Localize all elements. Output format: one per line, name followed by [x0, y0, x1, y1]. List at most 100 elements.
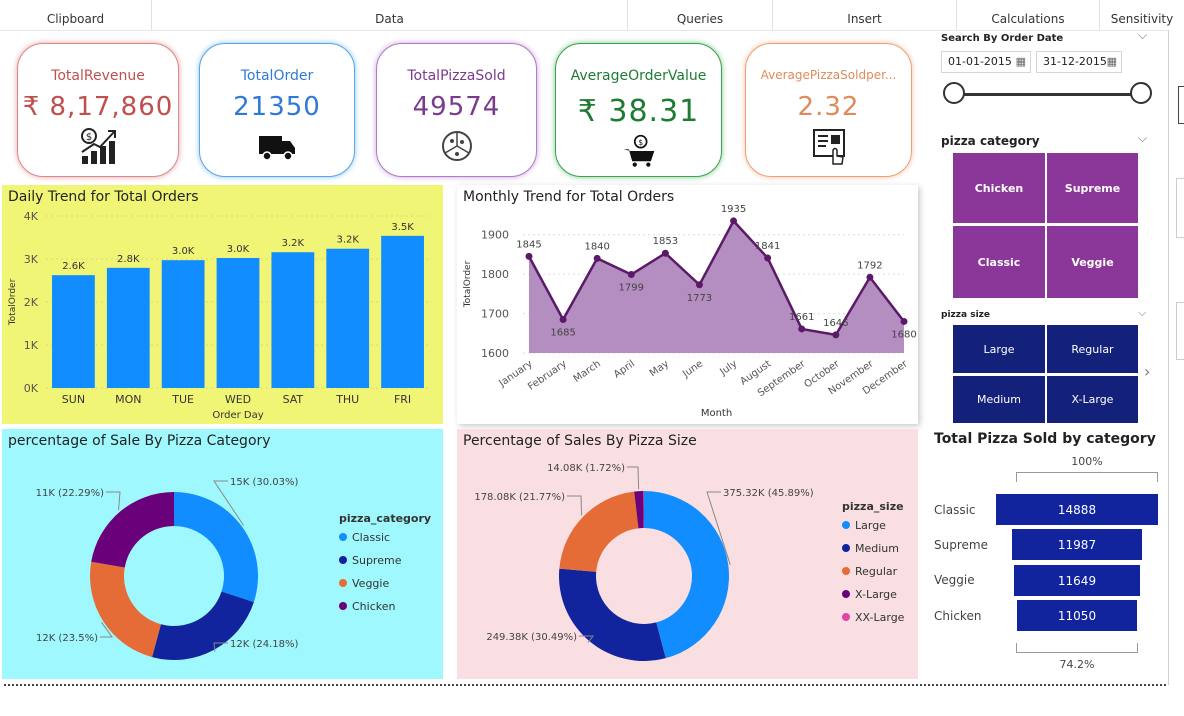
data-point: [866, 273, 874, 281]
ribbon-group-sensitivity[interactable]: Sensitivity: [1100, 0, 1184, 30]
date-range-end-handle[interactable]: [1130, 82, 1152, 104]
x-tick-label: SAT: [283, 393, 304, 406]
start-date-field[interactable]: 01-01-2015 ▦: [941, 51, 1031, 73]
size-tile-regular[interactable]: Regular: [1047, 325, 1138, 373]
data-label: 11K (22.29%): [36, 488, 104, 499]
x-tick-label: MON: [115, 393, 141, 406]
bar: [326, 248, 370, 388]
data-label: 3.2K: [336, 235, 359, 246]
chevron-down-icon[interactable]: ⌵: [1138, 28, 1147, 43]
bar: [52, 275, 95, 388]
legend-label: Classic: [352, 531, 390, 544]
size-donut-chart: 375.32K (45.89%) 249.38K (30.49%) 178.08K …: [474, 463, 905, 661]
donut-slice: [91, 492, 174, 568]
data-label: 1935: [721, 204, 746, 215]
card-value: 49574: [412, 92, 501, 122]
leader-line: [627, 466, 640, 490]
bar: [381, 235, 424, 388]
card-total-order[interactable]: TotalOrder 21350: [199, 43, 355, 177]
size-tile-medium[interactable]: Medium: [953, 376, 1045, 423]
date-range-start-handle[interactable]: [943, 82, 965, 104]
chevron-down-icon[interactable]: ⌵: [1138, 306, 1146, 320]
x-tick-label: June: [680, 358, 705, 380]
ribbon-group-calculations[interactable]: Calculations: [957, 0, 1100, 30]
card-value: ₹ 8,17,860: [22, 92, 174, 122]
chevron-right-icon[interactable]: ›: [1144, 362, 1150, 381]
category-tile-chicken[interactable]: Chicken: [953, 153, 1045, 223]
ribbon-group-insert[interactable]: Insert: [773, 0, 957, 30]
x-tick-label: February: [526, 358, 569, 392]
legend-label: Large: [855, 519, 886, 532]
y-tick-label: 1K: [24, 339, 39, 352]
shopping-cart-coin-icon: $: [623, 134, 654, 167]
svg-text:$: $: [86, 132, 92, 143]
data-label: 1840: [584, 241, 609, 252]
calendar-icon[interactable]: ▦: [1016, 52, 1026, 72]
x-tick-label: July: [717, 358, 739, 378]
filters-pane-box[interactable]: [1178, 86, 1184, 124]
funnel-bar-supreme[interactable]: 11987: [1012, 529, 1142, 560]
funnel-label-veggie: Veggie: [934, 573, 975, 587]
funnel-title: Total Pizza Sold by category: [934, 431, 1156, 447]
size-tile-x-large[interactable]: X-Large: [1047, 376, 1138, 423]
data-label: 1773: [687, 293, 712, 304]
data-point: [730, 217, 738, 225]
size-slicer-title: pizza size: [941, 310, 990, 320]
end-date-field[interactable]: 31-12-2015 ▦: [1036, 51, 1122, 73]
data-label: 2.6K: [62, 261, 85, 272]
card-average-pizza-sold-per-order[interactable]: AveragePizzaSoldper... 2.32: [745, 43, 912, 177]
data-label: 249.38K (30.49%): [486, 632, 577, 643]
card-value: 21350: [233, 92, 321, 122]
legend-label: Chicken: [352, 600, 396, 613]
legend-label: Medium: [855, 542, 899, 555]
legend-marker: [339, 602, 347, 610]
donut-slice: [174, 492, 259, 603]
svg-text:$: $: [638, 138, 643, 147]
data-point: [695, 281, 703, 289]
data-point: [559, 315, 567, 323]
data-label: 12K (24.18%): [230, 639, 298, 650]
data-label: 375.32K (45.89%): [723, 488, 814, 499]
legend-title: pizza_category: [339, 512, 431, 525]
card-total-revenue[interactable]: TotalRevenue ₹ 8,17,860 $: [17, 43, 179, 177]
x-tick-label: SUN: [62, 393, 85, 406]
x-axis-title: Order Day: [212, 410, 263, 421]
data-label: 3.5K: [391, 222, 414, 233]
ribbon-group-clipboard[interactable]: Clipboard: [0, 0, 152, 30]
legend-label: XX-Large: [855, 611, 905, 624]
filters-pane-card[interactable]: [1176, 302, 1184, 360]
category-tile-supreme[interactable]: Supreme: [1047, 153, 1138, 223]
chevron-down-icon[interactable]: ⌵: [1138, 131, 1147, 146]
delivery-truck-icon: [259, 136, 295, 161]
data-label: 1792: [857, 260, 882, 271]
legend-marker: [842, 590, 850, 598]
funnel-bar-veggie[interactable]: 11649: [1014, 565, 1140, 596]
y-tick-label: 1800: [481, 268, 509, 281]
filters-pane-card[interactable]: [1176, 178, 1184, 238]
card-value: ₹ 38.31: [577, 94, 700, 129]
data-label: 3.0K: [172, 246, 195, 257]
data-point: [832, 331, 840, 339]
data-label: 178.08K (21.77%): [474, 492, 565, 503]
card-average-order-value[interactable]: AverageOrderValue ₹ 38.31 $: [555, 43, 722, 177]
funnel-bar-chicken[interactable]: 11050: [1017, 600, 1137, 631]
y-tick-label: 1600: [481, 347, 509, 360]
ribbon-group-data[interactable]: Data: [152, 0, 628, 30]
ribbon-group-queries[interactable]: Queries: [628, 0, 773, 30]
calendar-icon[interactable]: ▦: [1107, 52, 1117, 72]
category-tile-classic[interactable]: Classic: [953, 226, 1045, 298]
category-tile-veggie[interactable]: Veggie: [1047, 226, 1138, 298]
card-total-pizza-sold[interactable]: TotalPizzaSold 49574: [376, 43, 537, 177]
funnel-top-bracket: [1016, 472, 1158, 482]
data-label: 14.08K (1.72%): [547, 463, 625, 474]
card-title: AverageOrderValue: [570, 68, 707, 84]
data-point: [627, 271, 635, 279]
date-slicer-label: Search By Order Date: [941, 33, 1064, 44]
legend-marker: [842, 613, 850, 621]
x-tick-label: WED: [225, 393, 251, 406]
funnel-bar-classic[interactable]: 14888: [996, 494, 1158, 525]
legend-marker: [842, 521, 850, 529]
legend-marker: [339, 579, 347, 587]
size-tile-large[interactable]: Large: [953, 325, 1045, 373]
x-tick-label: TUE: [171, 393, 194, 406]
